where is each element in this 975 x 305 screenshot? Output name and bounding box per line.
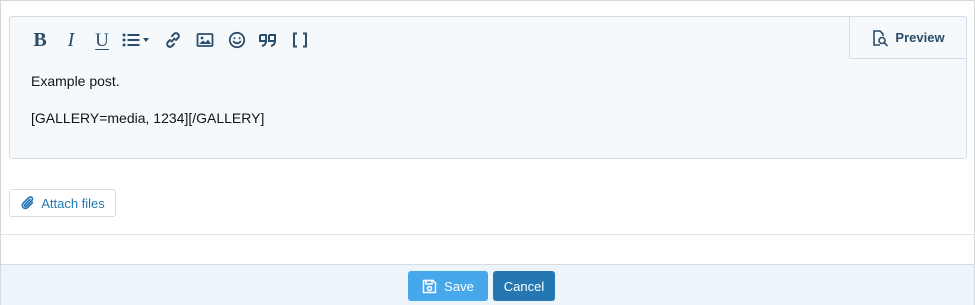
content-line: [GALLERY=media, 1234][/GALLERY]	[31, 110, 265, 126]
quote-icon[interactable]	[255, 27, 281, 53]
rich-text-editor[interactable]: B I U Preview Example post. [GALLERY=med…	[9, 16, 967, 159]
cancel-label: Cancel	[503, 278, 545, 294]
paperclip-icon	[21, 196, 34, 210]
preview-icon	[873, 29, 889, 46]
form-footer: Save Cancel	[1, 264, 974, 305]
brackets-icon[interactable]	[287, 27, 313, 53]
bold-icon[interactable]: B	[27, 27, 53, 53]
cancel-button[interactable]: Cancel	[493, 271, 555, 301]
divider	[1, 234, 974, 235]
list-icon[interactable]	[121, 27, 151, 53]
smiley-icon[interactable]	[224, 27, 250, 53]
save-icon	[422, 279, 437, 293]
editor-content[interactable]: Example post. [GALLERY=media, 1234][/GAL…	[31, 72, 264, 127]
editor-toolbar: B I U	[10, 17, 850, 61]
preview-label: Preview	[895, 30, 945, 45]
image-icon[interactable]	[192, 27, 218, 53]
preview-button[interactable]: Preview	[849, 16, 967, 59]
post-edit-form: B I U Preview Example post. [GALLERY=med…	[0, 0, 975, 305]
attach-files-button[interactable]: Attach files	[9, 189, 116, 217]
save-button[interactable]: Save	[408, 271, 488, 301]
link-icon[interactable]	[160, 27, 186, 53]
save-label: Save	[444, 278, 474, 294]
underline-icon[interactable]: U	[89, 27, 115, 53]
content-line: Example post.	[31, 73, 120, 89]
italic-icon[interactable]: I	[58, 27, 84, 53]
attach-files-label: Attach files	[41, 195, 105, 211]
